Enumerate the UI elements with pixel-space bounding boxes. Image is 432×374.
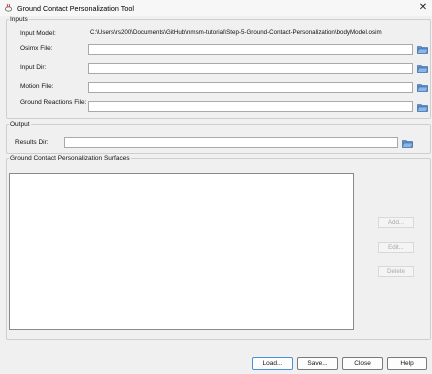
motion-file-label: Motion File:	[20, 83, 54, 90]
folder-open-icon[interactable]	[402, 139, 413, 148]
add-surface-button[interactable]: Add...	[378, 217, 414, 228]
results-dir-field[interactable]	[64, 137, 398, 148]
motion-file-field[interactable]	[88, 82, 413, 93]
help-button[interactable]: Help	[387, 357, 427, 370]
ground-reactions-file-field[interactable]	[88, 101, 413, 112]
window-title: Ground Contact Personalization Tool	[17, 4, 134, 13]
input-model-label: Input Model:	[20, 30, 56, 37]
save-button[interactable]: Save...	[297, 357, 338, 370]
input-model-field: C:\Users\rs200\Documents\GitHub\nmsm-tut…	[88, 27, 413, 38]
java-cup-icon	[4, 3, 13, 12]
results-dir-label: Results Dir:	[15, 139, 49, 146]
folder-open-icon[interactable]	[417, 45, 428, 54]
load-button[interactable]: Load...	[252, 357, 293, 370]
osimx-file-label: Osimx File:	[20, 45, 53, 52]
input-dir-label: Input Dir:	[20, 64, 47, 71]
output-legend: Output	[10, 121, 30, 128]
surfaces-list[interactable]	[9, 173, 354, 330]
edit-surface-button[interactable]: Edit...	[378, 242, 414, 253]
close-icon[interactable]: ✕	[417, 2, 429, 14]
folder-open-icon[interactable]	[417, 103, 428, 112]
close-button[interactable]: Close	[342, 357, 383, 370]
inputs-legend: Inputs	[10, 16, 28, 23]
surfaces-legend: Ground Contact Personalization Surfaces	[10, 155, 130, 162]
folder-open-icon[interactable]	[417, 64, 428, 73]
osimx-file-field[interactable]	[88, 44, 413, 55]
ground-reactions-file-label: Ground Reactions File:	[20, 99, 87, 106]
input-model-value: C:\Users\rs200\Documents\GitHub\nmsm-tut…	[90, 29, 382, 36]
delete-surface-button[interactable]: Delete	[378, 266, 414, 277]
input-dir-field[interactable]	[88, 63, 413, 74]
folder-open-icon[interactable]	[417, 83, 428, 92]
